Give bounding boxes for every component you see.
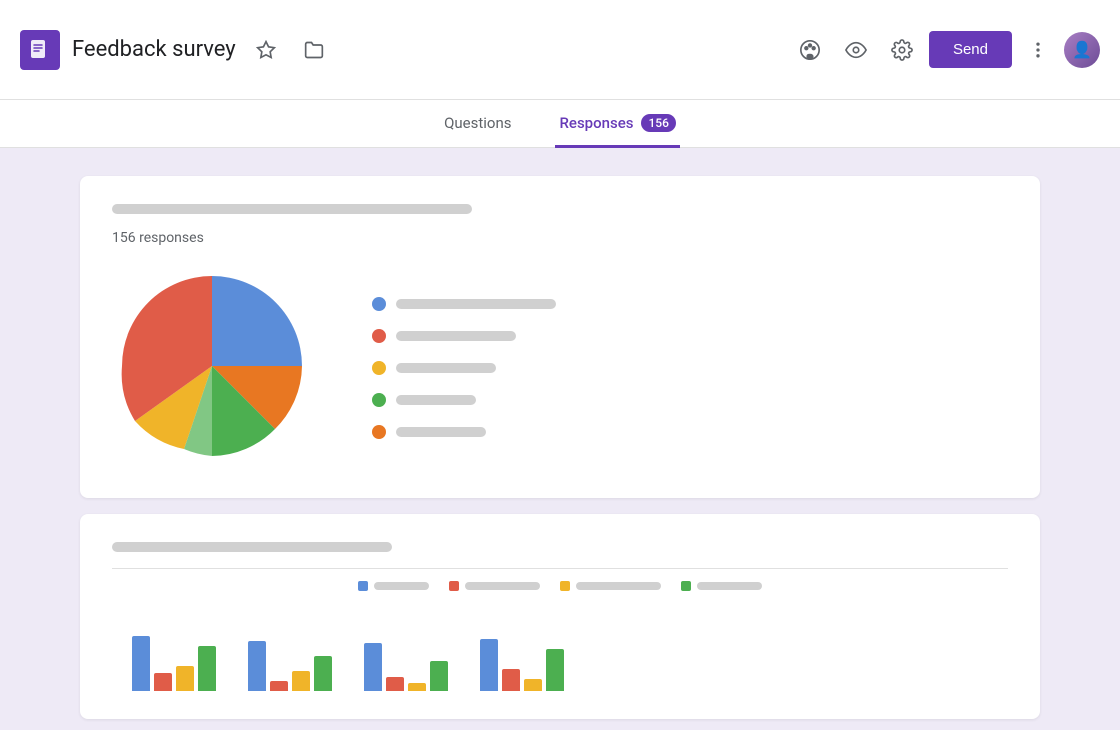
tab-responses-label: Responses [559,114,633,132]
bar-chart-card [80,514,1040,719]
bar-legend-item-2 [560,581,661,591]
legend-item-0 [372,297,1008,311]
bar-legend-square-blue [358,581,368,591]
send-button[interactable]: Send [929,31,1012,68]
bar-legend-item-3 [681,581,762,591]
bar-legend-square-red [449,581,459,591]
divider [112,568,1008,569]
bar-2-red [386,677,404,691]
tabs-bar: Questions Responses 156 [0,100,1120,148]
responses-badge: 156 [641,114,675,132]
bar-0-blue [132,636,150,691]
bar-2-blue [364,643,382,691]
pie-chart [112,266,312,470]
pie-chart-card: 156 responses [80,176,1040,498]
bar-legend-square-green [681,581,691,591]
tab-responses[interactable]: Responses 156 [555,101,679,148]
bar-2-yellow [408,683,426,691]
more-button[interactable] [1020,32,1056,68]
legend-item-4 [372,425,1008,439]
header: Feedback survey [0,0,1120,100]
legend-label-4 [396,427,486,437]
legend-label-1 [396,331,516,341]
bar-legend-item-1 [449,581,540,591]
preview-button[interactable] [837,31,875,69]
question-title-bar [112,204,472,214]
bar-0-yellow [176,666,194,691]
bar-legend-label-2 [576,582,661,590]
bar-legend-item-0 [358,581,429,591]
main-content: 156 responses [0,148,1120,730]
legend-dot-orange [372,425,386,439]
bar-0-red [154,673,172,691]
legend-dot-green [372,393,386,407]
tab-questions[interactable]: Questions [440,101,515,148]
page-title: Feedback survey [72,37,236,62]
star-button[interactable] [248,32,284,68]
bar-2-green [430,661,448,691]
bar-3-green [546,649,564,691]
legend-dot-yellow [372,361,386,375]
bar-legend [112,581,1008,591]
bar-1-green [314,656,332,691]
bar-group-3 [480,639,564,691]
legend-dot-red [372,329,386,343]
bar-question-title [112,542,392,552]
palette-button[interactable] [791,31,829,69]
bar-legend-label-1 [465,582,540,590]
forms-doc-icon [20,30,60,70]
bar-1-yellow [292,671,310,691]
legend-dot-blue [372,297,386,311]
legend-item-2 [372,361,1008,375]
bar-legend-square-yellow [560,581,570,591]
legend-item-3 [372,393,1008,407]
bar-1-blue [248,641,266,691]
pie-legend [372,297,1008,439]
settings-button[interactable] [883,31,921,69]
responses-count: 156 responses [112,230,1008,246]
bar-3-yellow [524,679,542,691]
bar-chart [112,611,1008,691]
bar-3-blue [480,639,498,691]
tab-questions-label: Questions [444,114,511,132]
bar-legend-label-0 [374,582,429,590]
bar-1-red [270,681,288,691]
avatar[interactable]: 👤 [1064,32,1100,68]
bar-group-0 [132,636,216,691]
header-left: Feedback survey [20,30,791,70]
bar-3-red [502,669,520,691]
legend-label-3 [396,395,476,405]
bar-group-2 [364,643,448,691]
header-right: Send 👤 [791,31,1100,69]
bar-legend-label-3 [697,582,762,590]
legend-label-0 [396,299,556,309]
chart-area [112,266,1008,470]
folder-button[interactable] [296,32,332,68]
bar-group-1 [248,641,332,691]
avatar-image: 👤 [1064,32,1100,68]
legend-item-1 [372,329,1008,343]
bar-0-green [198,646,216,691]
legend-label-2 [396,363,496,373]
